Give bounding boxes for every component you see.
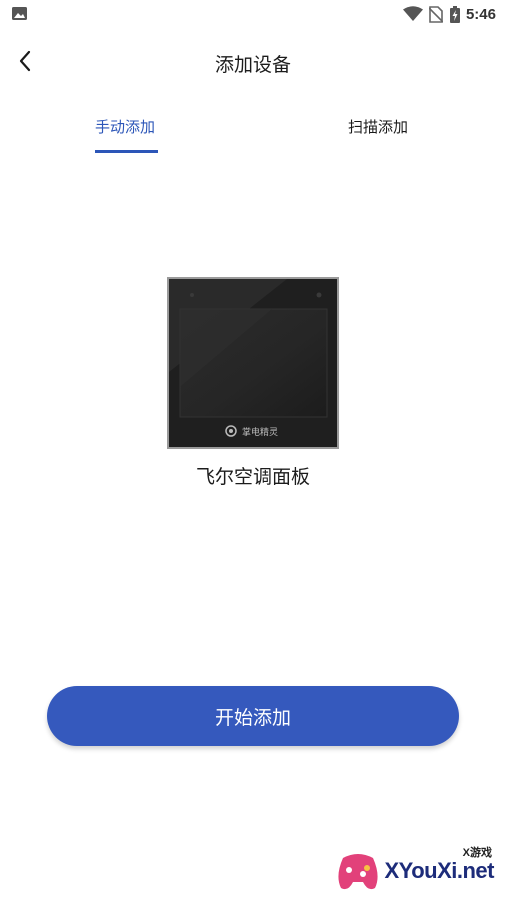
status-time: 5:46 xyxy=(465,5,496,23)
tab-manual-add[interactable]: 手动添加 xyxy=(95,116,155,137)
watermark-logo: X游戏 XYouXi.net xyxy=(335,840,500,896)
no-sim-icon xyxy=(428,5,443,23)
wifi-icon xyxy=(402,6,423,22)
battery-charging-icon xyxy=(449,5,460,23)
tab-bar: 手动添加 扫描添加 xyxy=(0,110,506,158)
gamepad-icon xyxy=(338,854,378,890)
status-icons: 5:46 xyxy=(402,4,496,24)
device-name: 飞尔空调面板 xyxy=(195,466,310,488)
active-tab-indicator xyxy=(95,150,158,153)
device-brand-label: 掌电精灵 xyxy=(242,428,279,438)
watermark-title: XYouXi.net xyxy=(384,858,495,883)
status-bar: 5:46 xyxy=(0,0,506,28)
page-title: 添加设备 xyxy=(214,54,291,76)
device-panel-image[interactable]: 掌电精灵 xyxy=(167,277,339,449)
tab-scan-add[interactable]: 扫描添加 xyxy=(348,116,408,137)
gallery-icon xyxy=(12,7,27,20)
app-header: 添加设备 xyxy=(0,40,506,88)
start-add-button[interactable]: 开始添加 xyxy=(47,686,459,746)
